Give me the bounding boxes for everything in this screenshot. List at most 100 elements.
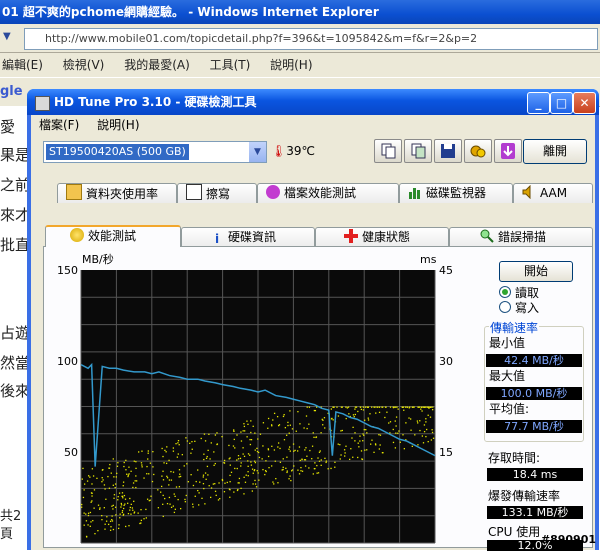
radio-read[interactable]: 讀取 [499, 286, 539, 300]
access-time-point [118, 524, 120, 526]
access-time-point [191, 448, 193, 450]
copy-screenshot-icon[interactable] [404, 139, 432, 163]
access-time-point [149, 462, 152, 464]
back-arrow-icon[interactable]: ▼ [3, 31, 11, 42]
save-icon[interactable] [434, 139, 462, 163]
access-time-point [320, 459, 322, 461]
access-time-point [157, 489, 159, 491]
access-time-point [362, 440, 364, 442]
access-time-point [105, 498, 107, 500]
chevron-down-icon[interactable]: ▼ [249, 142, 266, 162]
radio-read-dot[interactable] [499, 286, 511, 298]
access-time-point [364, 449, 366, 451]
access-time-point [258, 456, 261, 459]
browser-menu-help[interactable]: 說明(H) [270, 58, 312, 72]
access-time-point [233, 430, 235, 432]
close-button[interactable]: ✕ [573, 92, 596, 114]
access-time-point [304, 459, 307, 461]
access-time-point [120, 506, 122, 508]
max-label: 最大值 [489, 369, 526, 383]
tab-aam[interactable]: AAM [513, 183, 593, 203]
access-time-point [214, 434, 217, 436]
access-time-point [213, 464, 215, 467]
access-time-point [314, 467, 316, 470]
exit-button[interactable]: 離開 [523, 139, 587, 164]
access-time-point [324, 457, 326, 459]
drive-select[interactable]: ST19500420AS (500 GB) ▼ [43, 141, 267, 163]
maximize-button[interactable]: □ [550, 92, 573, 114]
tab-disk-monitor[interactable]: 磁碟監視器 [399, 183, 513, 203]
access-time-point [147, 452, 149, 454]
access-time-point [120, 502, 122, 505]
access-time-point [242, 430, 244, 432]
options-icon[interactable] [464, 139, 492, 163]
access-time-point [140, 509, 142, 511]
access-time-point [207, 474, 209, 476]
access-time-point [252, 472, 254, 474]
tab-benchmark[interactable]: 效能測試 [45, 225, 181, 247]
access-time-point [341, 406, 343, 408]
access-time-point [134, 480, 136, 482]
hdtune-body: 檔案(F) 說明(H) ST19500420AS (500 GB) ▼ 🌡39℃… [31, 115, 595, 551]
access-time-point [82, 467, 84, 470]
access-time-point [299, 459, 301, 462]
copy-text-icon[interactable] [374, 139, 402, 163]
browser-menu-favorites[interactable]: 我的最愛(A) [124, 58, 190, 72]
tab-erase[interactable]: 擦寫 [177, 183, 257, 203]
access-time-point [172, 450, 175, 452]
tab-folder-usage[interactable]: 資料夾使用率 [57, 183, 177, 203]
browser-menu-edit[interactable]: 編輯(E) [2, 58, 43, 72]
access-time-point [162, 479, 165, 481]
tab-disk-info[interactable]: i 硬碟資訊 [181, 227, 315, 247]
access-time-point [240, 462, 242, 464]
menu-file[interactable]: 檔案(F) [39, 115, 79, 135]
access-time-point [394, 406, 397, 408]
access-time-point [116, 465, 119, 467]
download-icon[interactable] [494, 139, 522, 163]
tab-error-scan[interactable]: 錯誤掃描 [449, 227, 593, 247]
access-time-point [229, 496, 231, 498]
menu-help[interactable]: 說明(H) [97, 115, 139, 135]
minimize-button[interactable]: _ [527, 92, 550, 114]
radio-write-dot[interactable] [499, 301, 511, 313]
access-time-point [129, 509, 131, 511]
access-time-point [286, 456, 288, 458]
access-time-point [350, 448, 352, 450]
access-time-point [210, 496, 212, 499]
access-time-point [274, 460, 276, 462]
browser-menu-tools[interactable]: 工具(T) [210, 58, 251, 72]
access-time-point [162, 470, 164, 472]
access-time-point [344, 455, 346, 457]
access-time-point [234, 447, 236, 449]
access-time-point [362, 409, 365, 411]
side-text: 來才 [0, 206, 31, 224]
access-time-point [226, 481, 228, 484]
access-time-point [114, 483, 117, 485]
browser-menu-view[interactable]: 檢視(V) [63, 58, 105, 72]
access-time-point [105, 520, 108, 522]
tab-health[interactable]: 健康狀態 [315, 227, 449, 247]
tab-label: 硬碟資訊 [228, 230, 277, 244]
access-time-point [254, 483, 257, 485]
access-time-point [168, 459, 170, 462]
access-time-point [162, 503, 164, 505]
access-time-point [289, 424, 292, 426]
access-time-point [257, 438, 259, 440]
access-time-point [388, 422, 390, 424]
access-time-point [111, 505, 113, 507]
access-time-point [191, 441, 193, 443]
access-time-point [204, 472, 207, 474]
access-time-point [256, 470, 258, 472]
access-time-point [355, 406, 358, 408]
start-button[interactable]: 開始 [499, 261, 573, 282]
access-time-point [313, 409, 316, 412]
access-time-point [352, 426, 354, 429]
access-time-point [359, 406, 362, 408]
radio-write[interactable]: 寫入 [499, 301, 539, 315]
access-time-point [141, 450, 143, 452]
tab-file-benchmark[interactable]: 檔案效能測試 [257, 183, 399, 203]
access-time-point [207, 449, 209, 452]
access-time-point [254, 460, 256, 462]
access-time-point [246, 420, 248, 422]
address-input[interactable]: http://www.mobile01.com/topicdetail.php?… [24, 28, 598, 50]
